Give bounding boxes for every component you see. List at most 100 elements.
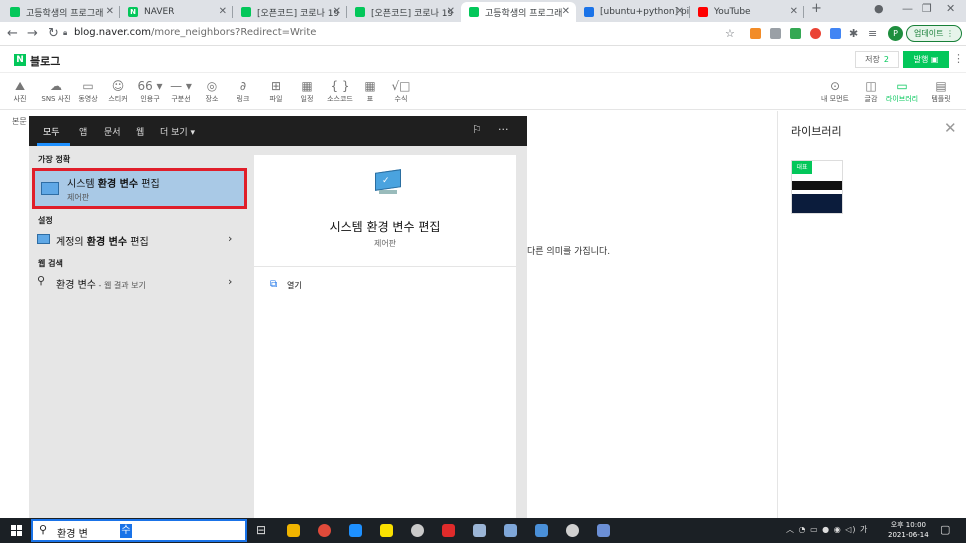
taskbar-search-input[interactable]: ⚲ 환경 변 수 (31, 519, 247, 542)
tool-place[interactable]: ◎ 장소 (198, 78, 226, 104)
tab-apps[interactable]: 앱 (79, 125, 87, 138)
app-icon[interactable] (442, 524, 455, 537)
url-field[interactable]: blog.naver.com/more_neighbors?Redirect=W… (74, 27, 316, 38)
restore-icon[interactable]: ❐ (922, 2, 932, 15)
tool-source-code[interactable]: { } 소스코드 (324, 78, 356, 104)
browser-tab[interactable]: [오픈코드] 코로나 19 ✕ (347, 2, 461, 22)
tab-web[interactable]: 웹 (136, 125, 144, 138)
tool-writing-material[interactable]: ◫ 글감 (857, 78, 885, 104)
update-button[interactable]: 업데이트 ⋮ (906, 25, 962, 42)
browser-tab-active[interactable]: 고등학생의 프로그래 ✕ (461, 2, 576, 22)
tab-documents[interactable]: 문서 (104, 125, 121, 138)
publish-button[interactable]: 발행 ▣ (903, 51, 949, 68)
tool-photo[interactable]: ⛰ 사진 (6, 78, 34, 104)
naver-logo[interactable]: N (14, 54, 26, 66)
settings-result[interactable]: 계정의 환경 변수 편집 › (29, 228, 250, 250)
network-app-icon[interactable] (535, 524, 548, 537)
reading-list-icon[interactable]: ≡ (868, 27, 877, 40)
tool-link[interactable]: ∂ 링크 (229, 78, 257, 104)
close-tab-icon[interactable]: ✕ (106, 6, 114, 17)
ime-indicator[interactable]: 가 (860, 525, 868, 534)
close-tab-icon[interactable]: ✕ (447, 6, 455, 17)
browser-tab[interactable]: 고등학생의 프로그래 ✕ (2, 2, 120, 22)
tab-search-icon[interactable]: ● (874, 2, 884, 15)
quote-icon: 66 ▾ (137, 79, 163, 93)
app-icon[interactable] (411, 524, 424, 537)
open-icon[interactable]: ⧉ (270, 279, 277, 290)
browser-tab[interactable]: YouTube ✕ (690, 2, 804, 22)
chrome-icon[interactable] (318, 524, 331, 537)
best-match-header: 가장 정확 (38, 155, 71, 164)
tool-library[interactable]: ▭ 라이브러리 (884, 78, 920, 104)
bookmark-star-icon[interactable]: ☆ (725, 27, 735, 40)
close-tab-icon[interactable]: ✕ (676, 6, 684, 17)
tool-label: 사진 (13, 95, 27, 103)
open-action[interactable]: 열기 (287, 280, 302, 291)
extension-icon[interactable] (750, 28, 761, 39)
tool-divider[interactable]: — ▾ 구분선 (167, 78, 195, 104)
divider (254, 266, 516, 267)
paragraph-style-label[interactable]: 본문 (12, 116, 27, 127)
close-tab-icon[interactable]: ✕ (333, 6, 341, 17)
tool-label: 스티커 (108, 95, 128, 103)
extension-icon[interactable] (790, 28, 801, 39)
tool-template[interactable]: ▤ 템플릿 (926, 78, 956, 104)
minimize-icon[interactable]: — (902, 2, 913, 15)
close-icon[interactable]: ✕ (944, 119, 957, 137)
tool-my-moment[interactable]: ⊙ 내 모먼트 (818, 78, 852, 104)
task-view-icon[interactable]: ⊟ (256, 523, 266, 537)
browser-tab[interactable]: N NAVER ✕ (120, 2, 233, 22)
profile-avatar[interactable]: P (888, 26, 903, 41)
feedback-icon[interactable]: ⚐ (472, 123, 482, 136)
web-search-result[interactable]: ⚲ 환경 변수 - 웹 결과 보기 › (29, 271, 250, 293)
library-thumbnail[interactable]: 대표 (791, 160, 843, 214)
blog-title[interactable]: 블로그 (30, 53, 60, 69)
browser-tab[interactable]: [오픈코드] 코로나 19 ✕ (233, 2, 347, 22)
tab-all[interactable]: 모두 (43, 125, 60, 138)
lock-icon[interactable]: 🔒︎ (63, 28, 67, 38)
tool-file[interactable]: ⊞ 파일 (262, 78, 290, 104)
tool-quote[interactable]: 66 ▾ 인용구 (136, 78, 164, 104)
save-button[interactable]: 저장 2 (855, 51, 899, 68)
tool-video[interactable]: ▭ 동영상 (74, 78, 102, 104)
extensions-puzzle-icon[interactable]: ✱ (849, 27, 858, 40)
new-tab-button[interactable]: + (811, 1, 822, 16)
app-icon[interactable] (597, 524, 610, 537)
tool-table[interactable]: ▦ 표 (356, 78, 384, 104)
close-window-icon[interactable]: ✕ (946, 2, 955, 15)
windows-search-panel: 모두 앱 문서 웹 더 보기 ▾ ⚐ ··· 가장 정확 시스템 환경 변수 편… (29, 116, 527, 518)
kakaotalk-icon[interactable] (380, 524, 393, 537)
app-icon[interactable] (473, 524, 486, 537)
back-icon[interactable]: ← (7, 26, 18, 41)
tool-sns-photo[interactable]: ☁ SNS 사진 (40, 78, 72, 104)
video-icon: ▭ (82, 79, 94, 93)
vscode-icon[interactable] (349, 524, 362, 537)
more-options-icon[interactable]: ··· (498, 123, 509, 136)
post-body-text[interactable]: 다른 의미를 가집니다. (527, 244, 610, 257)
app-icon[interactable] (504, 524, 517, 537)
tab-more[interactable]: 더 보기 ▾ (160, 125, 195, 138)
more-options-icon[interactable]: ⋮ (953, 52, 964, 65)
close-tab-icon[interactable]: ✕ (562, 6, 570, 17)
extension-icon[interactable] (830, 28, 841, 39)
chevron-right-icon: › (228, 275, 233, 288)
reload-icon[interactable]: ↻ (48, 26, 59, 41)
browser-tab[interactable]: [ubuntu+python] pip ✕ (576, 2, 690, 22)
search-selected-char: 수 (120, 524, 132, 538)
close-tab-icon[interactable]: ✕ (790, 6, 798, 17)
tool-schedule[interactable]: ▦ 일정 (293, 78, 321, 104)
best-match-result[interactable]: 시스템 환경 변수 편집 제어판 (32, 168, 247, 209)
start-button[interactable] (11, 525, 22, 536)
close-tab-icon[interactable]: ✕ (219, 6, 227, 17)
clock[interactable]: 오후 10:00 2021-06-14 (888, 520, 929, 540)
extension-icon[interactable] (810, 28, 821, 39)
file-explorer-icon[interactable] (287, 524, 300, 537)
system-tray-icons[interactable]: ︿ ◔ ▭ ● ◉ ◁) 가 (786, 524, 868, 535)
app-icon[interactable] (566, 524, 579, 537)
forward-icon[interactable]: → (27, 26, 38, 41)
notification-icon[interactable]: ▢ (940, 523, 950, 536)
extension-icon[interactable] (770, 28, 781, 39)
tool-sticker[interactable]: ☺ 스티커 (104, 78, 132, 104)
tab-title: YouTube (714, 7, 751, 17)
tool-formula[interactable]: √□ 수식 (387, 78, 415, 104)
